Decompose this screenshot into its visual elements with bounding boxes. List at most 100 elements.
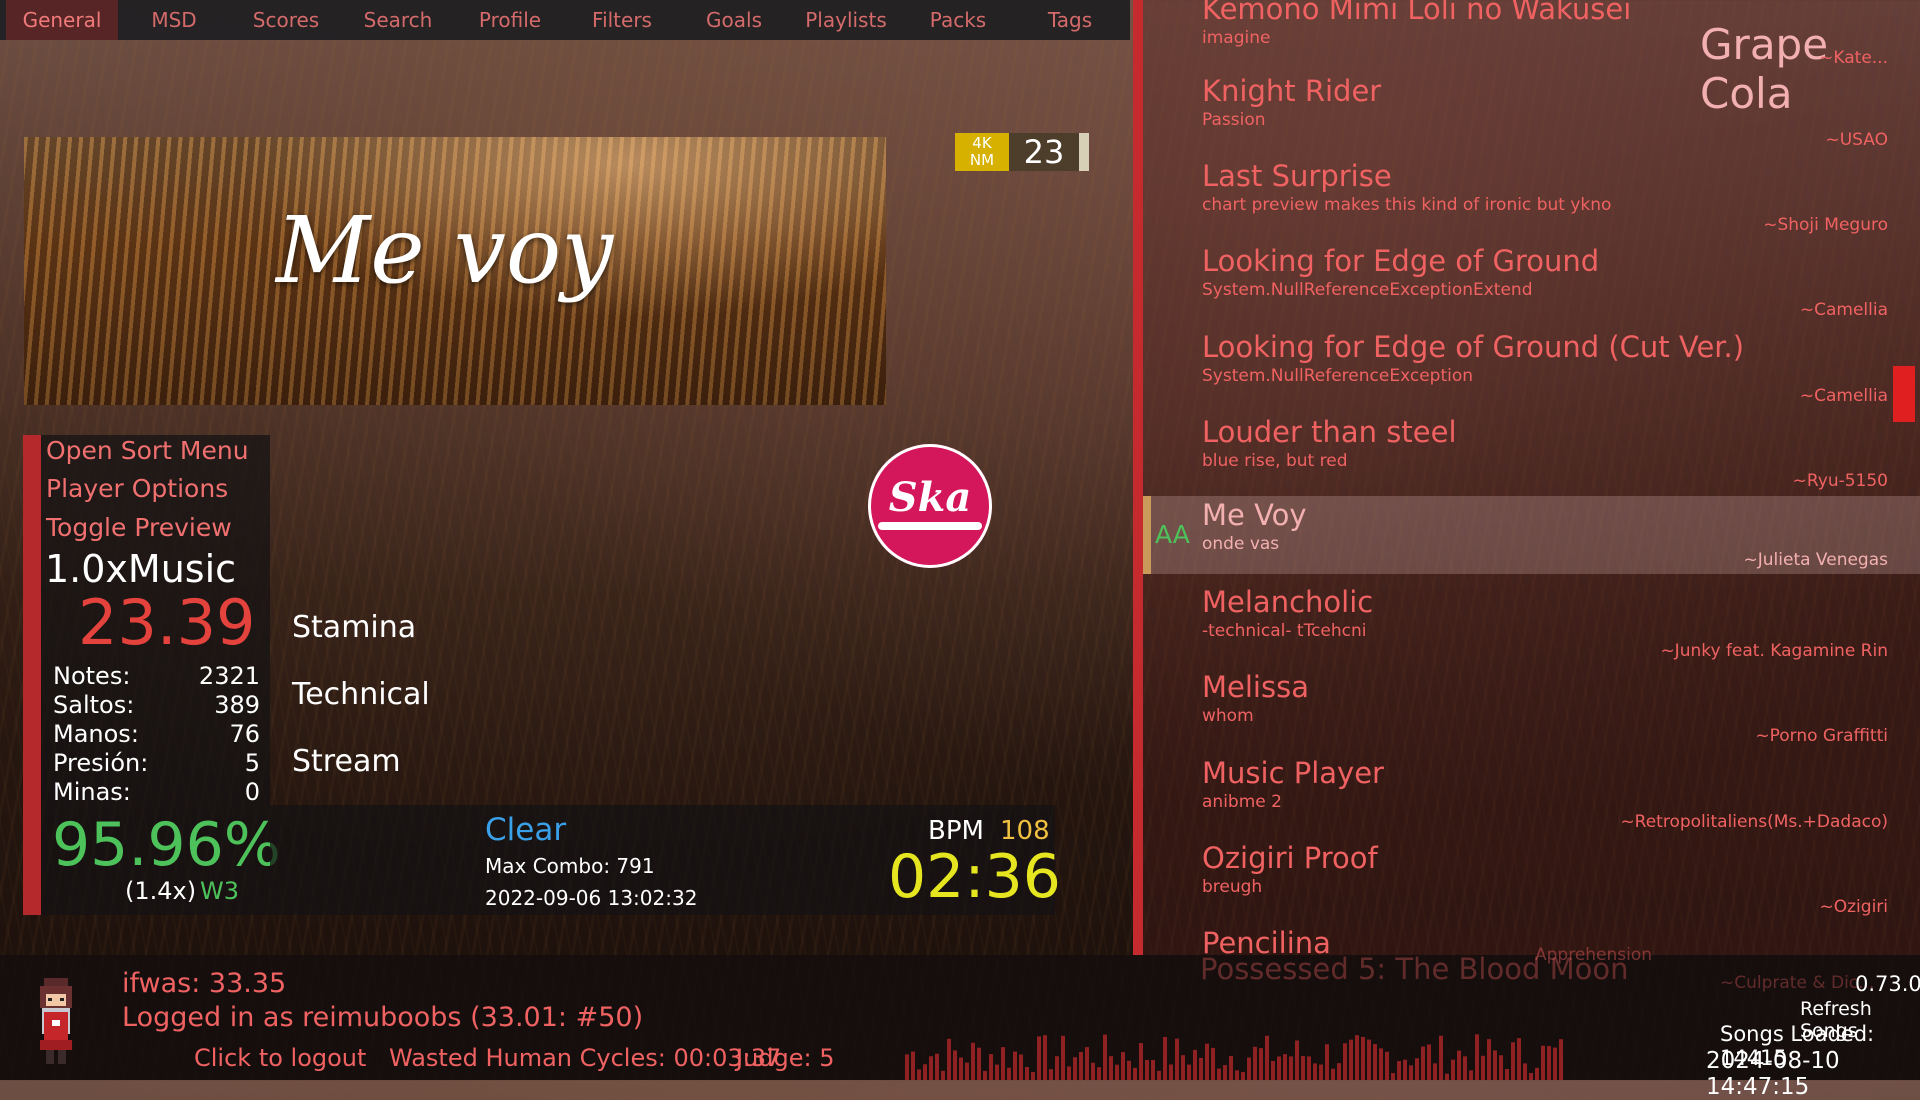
visualizer-bar (1319, 1064, 1323, 1080)
visualizer-bar (1493, 1050, 1497, 1080)
visualizer-bar (1325, 1044, 1329, 1080)
visualizer-bar (1121, 1052, 1125, 1080)
tab-filters[interactable]: Filters (566, 0, 678, 40)
song-subtitle: whom (1202, 706, 1254, 726)
visualizer-bar (1037, 1036, 1041, 1080)
song-artist: ~Porno Graffitti (1755, 726, 1888, 746)
tab-tags[interactable]: Tags (1014, 0, 1126, 40)
wheel-scrollbar[interactable] (1893, 366, 1915, 422)
visualizer-bar (1025, 1066, 1029, 1080)
logout-button[interactable]: Click to logout (194, 1044, 366, 1072)
song-title: Pencilina (1202, 926, 1331, 955)
visualizer-bar (1151, 1059, 1155, 1080)
song-row[interactable]: Looking for Edge of Ground (Cut Ver.) Sy… (1143, 328, 1920, 414)
song-row[interactable]: Louder than steel blue rise, but red ~Ry… (1143, 413, 1920, 499)
stat-mines-label: Minas: (53, 778, 131, 806)
song-row[interactable]: Last Surprise chart preview makes this k… (1143, 157, 1920, 243)
tab-scores[interactable]: Scores (230, 0, 342, 40)
song-row[interactable]: Looking for Edge of Ground System.NullRe… (1143, 242, 1920, 328)
visualizer-bar (1277, 1056, 1281, 1080)
visualizer-bar (1241, 1072, 1245, 1080)
score-grade: W3 (200, 877, 239, 905)
visualizer-bar (1529, 1073, 1533, 1080)
stat-mines-value: 0 (244, 778, 260, 806)
visualizer-bar (1559, 1039, 1563, 1080)
visualizer-bar (1247, 1057, 1251, 1080)
open-sort-menu-button[interactable]: Open Sort Menu (46, 436, 249, 465)
visualizer-bar (1415, 1058, 1419, 1080)
song-title: Ozigiri Proof (1202, 841, 1378, 875)
visualizer-bar (1169, 1064, 1173, 1080)
visualizer-bar (1235, 1070, 1239, 1080)
player-options-button[interactable]: Player Options (46, 474, 228, 503)
stat-jumps-label: Saltos: (53, 691, 135, 719)
visualizer-bar (1421, 1046, 1425, 1080)
logo-swoosh (878, 522, 982, 530)
clear-type: Clear (485, 812, 567, 848)
tab-goals[interactable]: Goals (678, 0, 790, 40)
song-subtitle: imagine (1202, 28, 1271, 48)
tab-playlists[interactable]: Playlists (790, 0, 902, 40)
song-row[interactable]: Music Player anibme 2 ~Retropolitaliens(… (1143, 754, 1920, 840)
visualizer-bar (1409, 1065, 1413, 1080)
visualizer-bar (1397, 1061, 1401, 1080)
msd-value: 23.39 (78, 586, 256, 659)
toggle-preview-button[interactable]: Toggle Preview (46, 513, 232, 542)
visualizer-bar (1367, 1039, 1371, 1080)
visualizer-bar (1535, 1067, 1539, 1080)
difficulty-meter: 23 (1009, 133, 1079, 171)
stat-holds-label: Presión: (53, 749, 149, 777)
visualizer-bar (977, 1047, 981, 1080)
rate-display[interactable]: 1.0xMusic (45, 547, 236, 591)
tab-profile[interactable]: Profile (454, 0, 566, 40)
song-row[interactable]: Kemono Mimi Loli no Wakusei imagine ~Kat… (1143, 0, 1920, 76)
stat-notes-value: 2321 (198, 662, 260, 690)
tab-msd[interactable]: MSD (118, 0, 230, 40)
song-title: Knight Rider (1202, 74, 1382, 108)
visualizer-bar (1043, 1035, 1047, 1080)
song-title: Me Voy (1202, 498, 1307, 532)
avatar-icon[interactable] (30, 976, 82, 1070)
visualizer-bar (1349, 1039, 1353, 1080)
tab-search[interactable]: Search (342, 0, 454, 40)
visualizer-bar (923, 1064, 927, 1080)
visualizer-bar (905, 1054, 909, 1080)
judge-level: Judge: 5 (736, 1044, 835, 1072)
song-row[interactable]: Knight Rider Passion ~USAO (1143, 72, 1920, 158)
visualizer-bar (1295, 1040, 1299, 1080)
visualizer-bar (1499, 1055, 1503, 1080)
visualizer-bar (1439, 1035, 1443, 1080)
song-row-selected[interactable]: AA Me Voy onde vas ~Julieta Venegas (1143, 496, 1920, 574)
visualizer-bar (971, 1042, 975, 1080)
visualizer-bar (1343, 1043, 1347, 1080)
song-subtitle: anibme 2 (1202, 792, 1282, 812)
song-banner: Me voy (24, 137, 886, 405)
song-row[interactable]: Melissa whom ~Porno Graffitti (1143, 668, 1920, 754)
tab-packs[interactable]: Packs (902, 0, 1014, 40)
visualizer-bar (1553, 1047, 1557, 1080)
song-title: Last Surprise (1202, 159, 1392, 193)
song-subtitle: blue rise, but red (1202, 451, 1348, 471)
visualizer-bar (1469, 1070, 1473, 1080)
visualizer-bar (1337, 1063, 1341, 1080)
song-artist: ~Retropolitaliens(Ms.+Dadaco) (1620, 812, 1888, 832)
difficulty-keys: 4K (972, 134, 992, 152)
song-artist: ~Culprate & Dic... (1720, 973, 1875, 993)
visualizer-bar (1433, 1063, 1437, 1080)
tab-general[interactable]: General (6, 0, 118, 40)
song-row[interactable]: Ozigiri Proof breugh ~Ozigiri (1143, 839, 1920, 925)
visualizer-bar (1061, 1035, 1065, 1080)
visualizer-bar (1007, 1067, 1011, 1080)
visualizer-bar (1187, 1064, 1191, 1080)
visualizer-bar (1511, 1042, 1515, 1080)
song-subtitle: Passion (1202, 110, 1266, 130)
difficulty-label[interactable]: 4K NM (955, 133, 1009, 171)
visualizer-bar (1139, 1043, 1143, 1080)
song-title: Music Player (1202, 756, 1384, 790)
song-row[interactable]: Melancholic -technical- tTcehcni ~Junky … (1143, 583, 1920, 669)
banner-title: Me voy (276, 197, 614, 304)
song-subtitle: System.NullReferenceExceptionExtend (1202, 280, 1533, 300)
clock: 2024-08-10 14:47:15 (1706, 1048, 1840, 1100)
song-row[interactable]: Pencilina (1143, 924, 1920, 955)
audio-visualizer (905, 1034, 1563, 1080)
